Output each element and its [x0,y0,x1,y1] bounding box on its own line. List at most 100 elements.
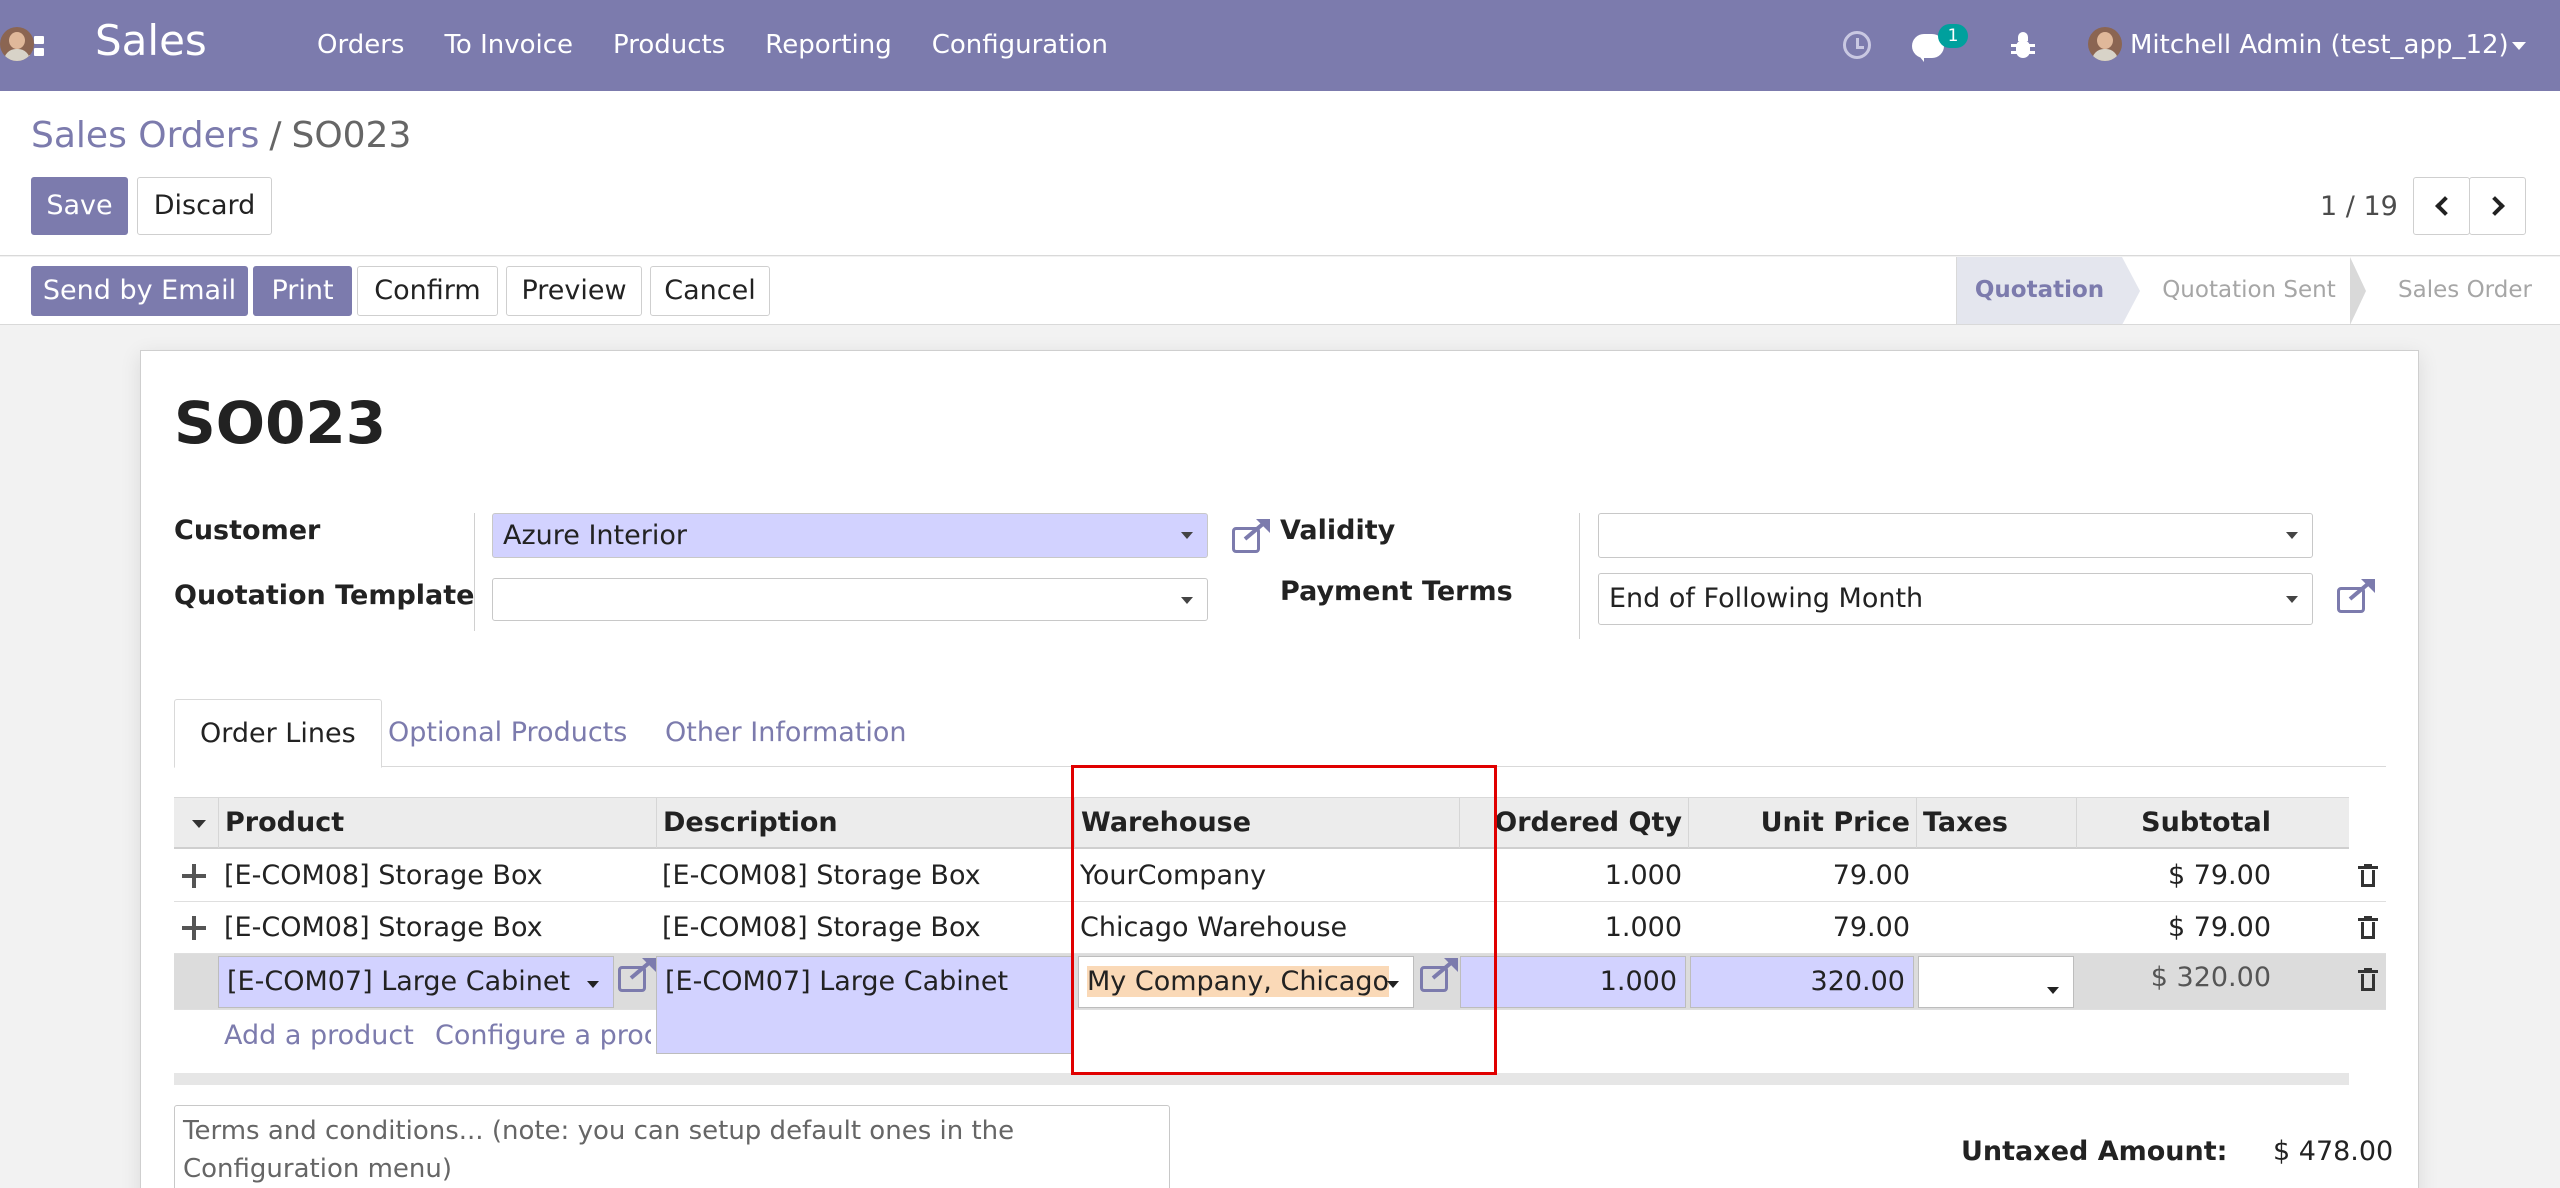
cell-subtotal: $ 79.00 [2167,912,2271,943]
order-title: SO023 [174,389,387,457]
tab-order-lines[interactable]: Order Lines [174,699,382,768]
menu-to-invoice[interactable]: To Invoice [444,30,573,60]
ordered-qty-input[interactable]: 1.000 [1460,956,1686,1008]
column-description[interactable]: Description [656,798,1074,848]
breadcrumb: Sales Orders / SO023 [31,115,411,156]
sort-caret-icon[interactable] [192,820,206,828]
external-link-icon[interactable] [1232,519,1270,553]
field-separator [1579,513,1580,639]
validity-field[interactable] [1598,513,2313,558]
pager-previous-button[interactable] [2413,177,2470,235]
chevron-left-icon [2435,196,2455,216]
cell-warehouse: YourCompany [1080,860,1267,891]
save-button[interactable]: Save [31,177,128,235]
drag-handle-icon[interactable] [182,864,206,888]
tab-optional-products[interactable]: Optional Products [363,699,652,767]
cell-product: [E-COM08] Storage Box [224,860,543,891]
cell-taxes [1916,850,2076,902]
untaxed-amount-value: $ 478.00 [2273,1136,2394,1167]
cell-warehouse: Chicago Warehouse [1080,912,1348,943]
configure-product-link[interactable]: Configure a product [435,1020,651,1051]
column-unit-price[interactable]: Unit Price [1688,798,1916,848]
chevron-right-icon [2485,196,2505,216]
discard-button[interactable]: Discard [137,177,272,235]
stage-sales-order[interactable]: Sales Order [2370,257,2560,324]
user-avatar-image[interactable] [2088,27,2122,61]
stage-arrow [2350,257,2366,325]
description-input[interactable]: [E-COM07] Large Cabinet [656,956,1074,1054]
payment-terms-value: End of Following Month [1609,583,1924,614]
cell-ordered-qty: 1.000 [1604,860,1682,891]
untaxed-amount-label: Untaxed Amount: [1961,1136,2228,1167]
table-row[interactable]: [E-COM08] Storage Box [E-COM08] Storage … [174,902,2386,954]
unit-price-input[interactable]: 320.00 [1690,956,1914,1008]
chevron-down-icon [2286,596,2298,603]
column-product[interactable]: Product [218,798,675,848]
breadcrumb-sales-orders[interactable]: Sales Orders [31,115,259,156]
delete-line-icon[interactable] [2358,864,2378,888]
column-subtotal[interactable]: Subtotal [2076,798,2277,848]
user-menu-caret-icon[interactable] [2512,42,2526,50]
cancel-button[interactable]: Cancel [650,266,770,316]
taxes-input[interactable] [1918,956,2074,1008]
menu-configuration[interactable]: Configuration [932,30,1108,60]
payment-terms-field[interactable]: End of Following Month [1598,573,2313,625]
menu-products[interactable]: Products [613,30,725,60]
delete-line-icon[interactable] [2358,968,2378,992]
column-ordered-qty[interactable]: Ordered Qty [1459,798,1688,848]
menu-reporting[interactable]: Reporting [765,30,891,60]
chevron-down-icon [2047,987,2059,994]
stage-arrow [2122,257,2140,325]
tab-other-information[interactable]: Other Information [640,699,932,767]
terms-and-conditions-input[interactable]: Terms and conditions... (note: you can s… [174,1105,1170,1188]
cell-subtotal: $ 79.00 [2167,860,2271,891]
add-product-link[interactable]: Add a product [224,1020,414,1051]
chevron-down-icon [2286,532,2298,539]
preview-button[interactable]: Preview [506,266,642,316]
print-button[interactable]: Print [253,266,352,316]
menu-orders[interactable]: Orders [317,30,404,60]
external-link-icon[interactable] [618,958,656,992]
customer-value: Azure Interior [503,520,687,551]
activity-clock-icon[interactable] [1843,31,1871,59]
cell-description: [E-COM08] Storage Box [662,912,981,943]
pager-value[interactable]: 1 / 19 [2320,191,2398,222]
breadcrumb-current: SO023 [291,115,412,156]
notebook-tabs: Order Lines Optional Products Other Info… [174,699,2386,768]
drag-handle-icon[interactable] [182,916,206,940]
customer-field[interactable]: Azure Interior [492,513,1208,558]
statusbar: Send by Email Print Confirm Preview Canc… [0,257,2560,325]
send-by-email-button[interactable]: Send by Email [31,266,248,316]
product-input[interactable]: [E-COM07] Large Cabinet [218,956,614,1008]
warehouse-input[interactable]: My Company, Chicago [1078,956,1414,1008]
debug-bug-icon[interactable] [2011,32,2035,60]
confirm-button[interactable]: Confirm [357,266,498,316]
user-avatar[interactable] [0,27,34,61]
user-menu-name[interactable]: Mitchell Admin (test_app_12) [2130,30,2509,60]
form-sheet: SO023 Customer Quotation Template Azure … [140,350,2419,1188]
quotation-template-label: Quotation Template [174,580,475,611]
external-link-icon[interactable] [2337,579,2375,613]
chevron-down-icon [1387,981,1399,988]
table-footer [174,1073,2349,1085]
cell-taxes [1916,902,2076,954]
chevron-down-icon [1181,597,1193,604]
warehouse-selected-text: My Company, Chicago [1087,966,1389,997]
delete-line-icon[interactable] [2358,916,2378,940]
chat-count-badge: 1 [1938,24,1968,48]
column-taxes[interactable]: Taxes [1916,798,2076,848]
pager-next-button[interactable] [2469,177,2526,235]
cell-subtotal: $ 320.00 [2150,962,2271,993]
cell-ordered-qty: 1.000 [1604,912,1682,943]
stage-quotation-sent[interactable]: Quotation Sent [2144,257,2354,324]
external-link-icon[interactable] [1420,958,1458,992]
column-warehouse[interactable]: Warehouse [1074,798,1459,848]
table-header: Product Description Warehouse Ordered Qt… [174,797,2349,849]
payment-terms-label: Payment Terms [1280,576,1513,607]
cell-product: [E-COM08] Storage Box [224,912,543,943]
table-row[interactable]: [E-COM08] Storage Box [E-COM08] Storage … [174,850,2386,902]
chevron-down-icon [1181,532,1193,539]
quotation-template-field[interactable] [492,578,1208,621]
stage-quotation[interactable]: Quotation [1956,257,2122,324]
chevron-down-icon [587,981,599,988]
